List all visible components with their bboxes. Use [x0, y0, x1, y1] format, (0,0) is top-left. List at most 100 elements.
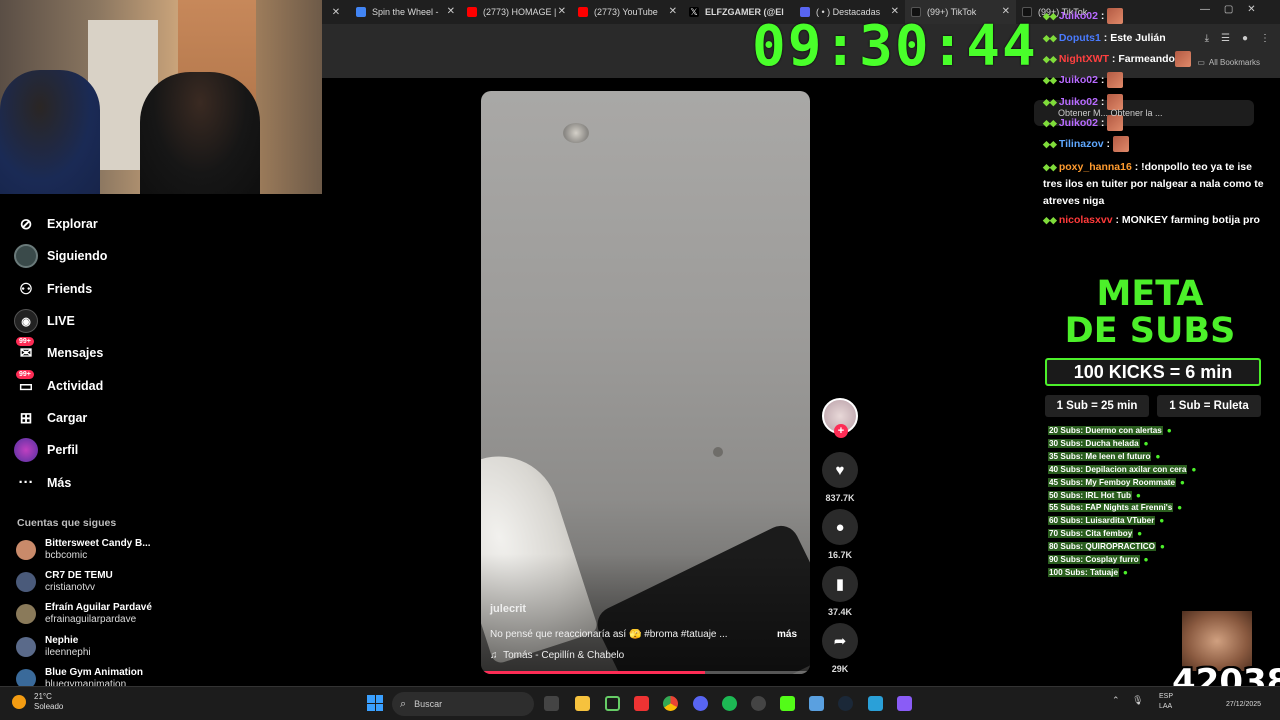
weather-widget[interactable]: 21°C Soleado [12, 692, 63, 712]
followed-account[interactable]: Nephie ileennephi [16, 635, 91, 659]
goal-text: 45 Subs: My Femboy Roommate [1048, 477, 1177, 487]
sidebar-item-explorar[interactable]: ⊘ Explorar [14, 208, 194, 240]
goal-dot-icon: ● [1143, 555, 1149, 565]
follow-plus-icon[interactable]: + [834, 424, 848, 438]
discord-icon[interactable] [693, 696, 708, 711]
followed-account[interactable]: Bittersweet Candy B... bcbcomic [16, 538, 151, 562]
chat-text: Farmeando [1118, 53, 1175, 65]
comment-action[interactable]: ● 16.7K [822, 509, 858, 560]
avatar [16, 604, 36, 624]
tab-close-icon[interactable]: ✕ [322, 0, 350, 24]
save-action[interactable]: ▮ 37.4K [822, 566, 858, 617]
chat-username[interactable]: Juiko02 [1059, 117, 1098, 129]
screen: ✕ Spin the Wheel - ✕ (2773) HOMAGE | ✕ (27… [0, 0, 1280, 720]
spotify-icon[interactable] [722, 696, 737, 711]
chevron-up-icon[interactable]: ⌃ [1112, 695, 1120, 705]
lang-line1: ESP [1159, 693, 1174, 700]
tab-youtube-homage[interactable]: (2773) HOMAGE | ✕ [461, 0, 572, 24]
compass-icon: ⊘ [19, 216, 33, 234]
avatar [16, 540, 36, 560]
sidebar-item-actividad[interactable]: ▭ 99+ Actividad [14, 369, 194, 401]
share-count: 29K [831, 664, 849, 674]
sidebar-nav: ⊘ Explorar Siguiendo ⚇ Friends ◉ LIVE ✉ 99+ M… [14, 208, 194, 499]
goal-text: 80 Subs: QUIROPRACTICO [1048, 542, 1156, 552]
sidebar-item-friends[interactable]: ⚇ Friends [14, 273, 194, 305]
system-tray[interactable]: ⌃ 🎙 [1112, 695, 1144, 706]
goal-text: 50 Subs: IRL Hot Tub [1048, 490, 1133, 500]
chat-username[interactable]: Tilinazov [1059, 138, 1104, 150]
video-progress-bar[interactable] [481, 671, 810, 674]
language-indicator[interactable]: ESP LAA [1159, 692, 1173, 712]
chat-username[interactable]: Juiko02 [1059, 96, 1098, 108]
sidebar-item-cargar[interactable]: ⊞ Cargar [14, 402, 194, 434]
chat-username[interactable]: Juiko02 [1059, 10, 1098, 22]
chat-username[interactable]: nicolasxvv [1059, 214, 1113, 226]
xbox-icon[interactable] [605, 696, 620, 711]
sidebar-item-live[interactable]: ◉ LIVE [14, 305, 194, 337]
youtube-icon [578, 7, 588, 17]
bookmark-icon[interactable]: ▮ [822, 566, 858, 602]
goal-item: 40 Subs: Depilacion axilar con cera ● [1048, 464, 1258, 477]
app-blue-icon[interactable] [868, 696, 883, 711]
music-title: Tomás - Cepillín & Chabelo [503, 650, 625, 661]
chat-username[interactable]: NightXWT [1059, 53, 1109, 65]
sidebar-item-siguiendo[interactable]: Siguiendo [14, 240, 194, 272]
file-explorer-icon[interactable] [575, 696, 590, 711]
chat-username[interactable]: poxy_hanna16 [1059, 161, 1132, 173]
video-username[interactable]: julecrit [490, 603, 526, 615]
video-more-button[interactable]: más [777, 629, 797, 640]
taskbar-search[interactable]: ⌕ Buscar [392, 692, 534, 716]
sidebar-item-label: Más [47, 475, 72, 490]
close-icon[interactable]: ✕ [447, 6, 455, 17]
close-icon[interactable]: ✕ [558, 6, 566, 17]
sidebar-item-label: LIVE [47, 314, 75, 329]
chat-username[interactable]: Juiko02 [1059, 74, 1098, 86]
comment-icon[interactable]: ● [822, 509, 858, 545]
task-view-icon[interactable] [544, 696, 559, 711]
sidebar-item-label: Siguiendo [47, 249, 108, 264]
goal-item: 45 Subs: My Femboy Roommate ● [1048, 477, 1258, 490]
heart-icon[interactable]: ♥ [822, 452, 858, 488]
sidebar-item-label: Friends [47, 281, 93, 296]
share-action[interactable]: ➦ 29K [822, 623, 858, 674]
tab-spin-wheel[interactable]: Spin the Wheel - ✕ [350, 0, 461, 24]
followed-account[interactable]: Efraín Aguilar Pardavé efrainaguilarparda… [16, 602, 152, 626]
windows-start-icon[interactable] [367, 695, 383, 711]
video-player[interactable]: julecrit No pensé que reaccionaría así 🫣… [481, 91, 810, 674]
video-progress-fill [481, 671, 705, 674]
chat-badge-icon: ◆◆ [1043, 54, 1057, 64]
obs-icon[interactable] [751, 696, 766, 711]
sidebar-item-mas[interactable]: ··· Más [14, 466, 194, 498]
kick-icon[interactable] [780, 696, 795, 711]
activity-icon: ▭ 99+ [14, 369, 38, 398]
goal-dot-icon: ● [1137, 529, 1143, 539]
chrome-icon[interactable] [663, 696, 678, 711]
video-music[interactable]: ♫ Tomás - Cepillín & Chabelo [490, 650, 624, 661]
app-purple-icon[interactable] [897, 696, 912, 711]
upload-icon: ⊞ [19, 409, 33, 427]
app-red-icon[interactable] [634, 696, 649, 711]
notepad-icon[interactable] [809, 696, 824, 711]
search-icon: ⌕ [400, 697, 407, 710]
like-count: 837.7K [825, 493, 855, 503]
share-icon[interactable]: ➦ [822, 623, 858, 659]
chat-text: MONKEY farming botija pro [1121, 214, 1260, 226]
steam-icon[interactable] [838, 696, 853, 711]
sidebar-item-label: Explorar [47, 217, 98, 232]
avatar [16, 637, 36, 657]
close-icon[interactable]: ✕ [669, 6, 677, 17]
profile-icon [14, 438, 38, 463]
goal-dot-icon: ● [1136, 490, 1141, 500]
account-name: Nephie [45, 635, 79, 646]
friends-icon: ⚇ [19, 280, 33, 298]
goal-title-line1: META [1096, 274, 1204, 314]
like-action[interactable]: ♥ 837.7K [822, 452, 858, 503]
sidebar-item-mensajes[interactable]: ✉ 99+ Mensajes [14, 337, 194, 369]
followed-account[interactable]: CR7 DE TEMU cristianotvv [16, 570, 113, 594]
creator-avatar[interactable]: + [822, 398, 858, 438]
taskbar-date[interactable]: 27/12/2025 [1226, 701, 1261, 708]
chat-username[interactable]: Doputs1 [1059, 32, 1101, 44]
microphone-icon[interactable]: 🎙 [1132, 695, 1143, 705]
tab-youtube[interactable]: (2773) YouTube ✕ [572, 0, 683, 24]
sidebar-item-perfil[interactable]: Perfil [14, 434, 194, 466]
